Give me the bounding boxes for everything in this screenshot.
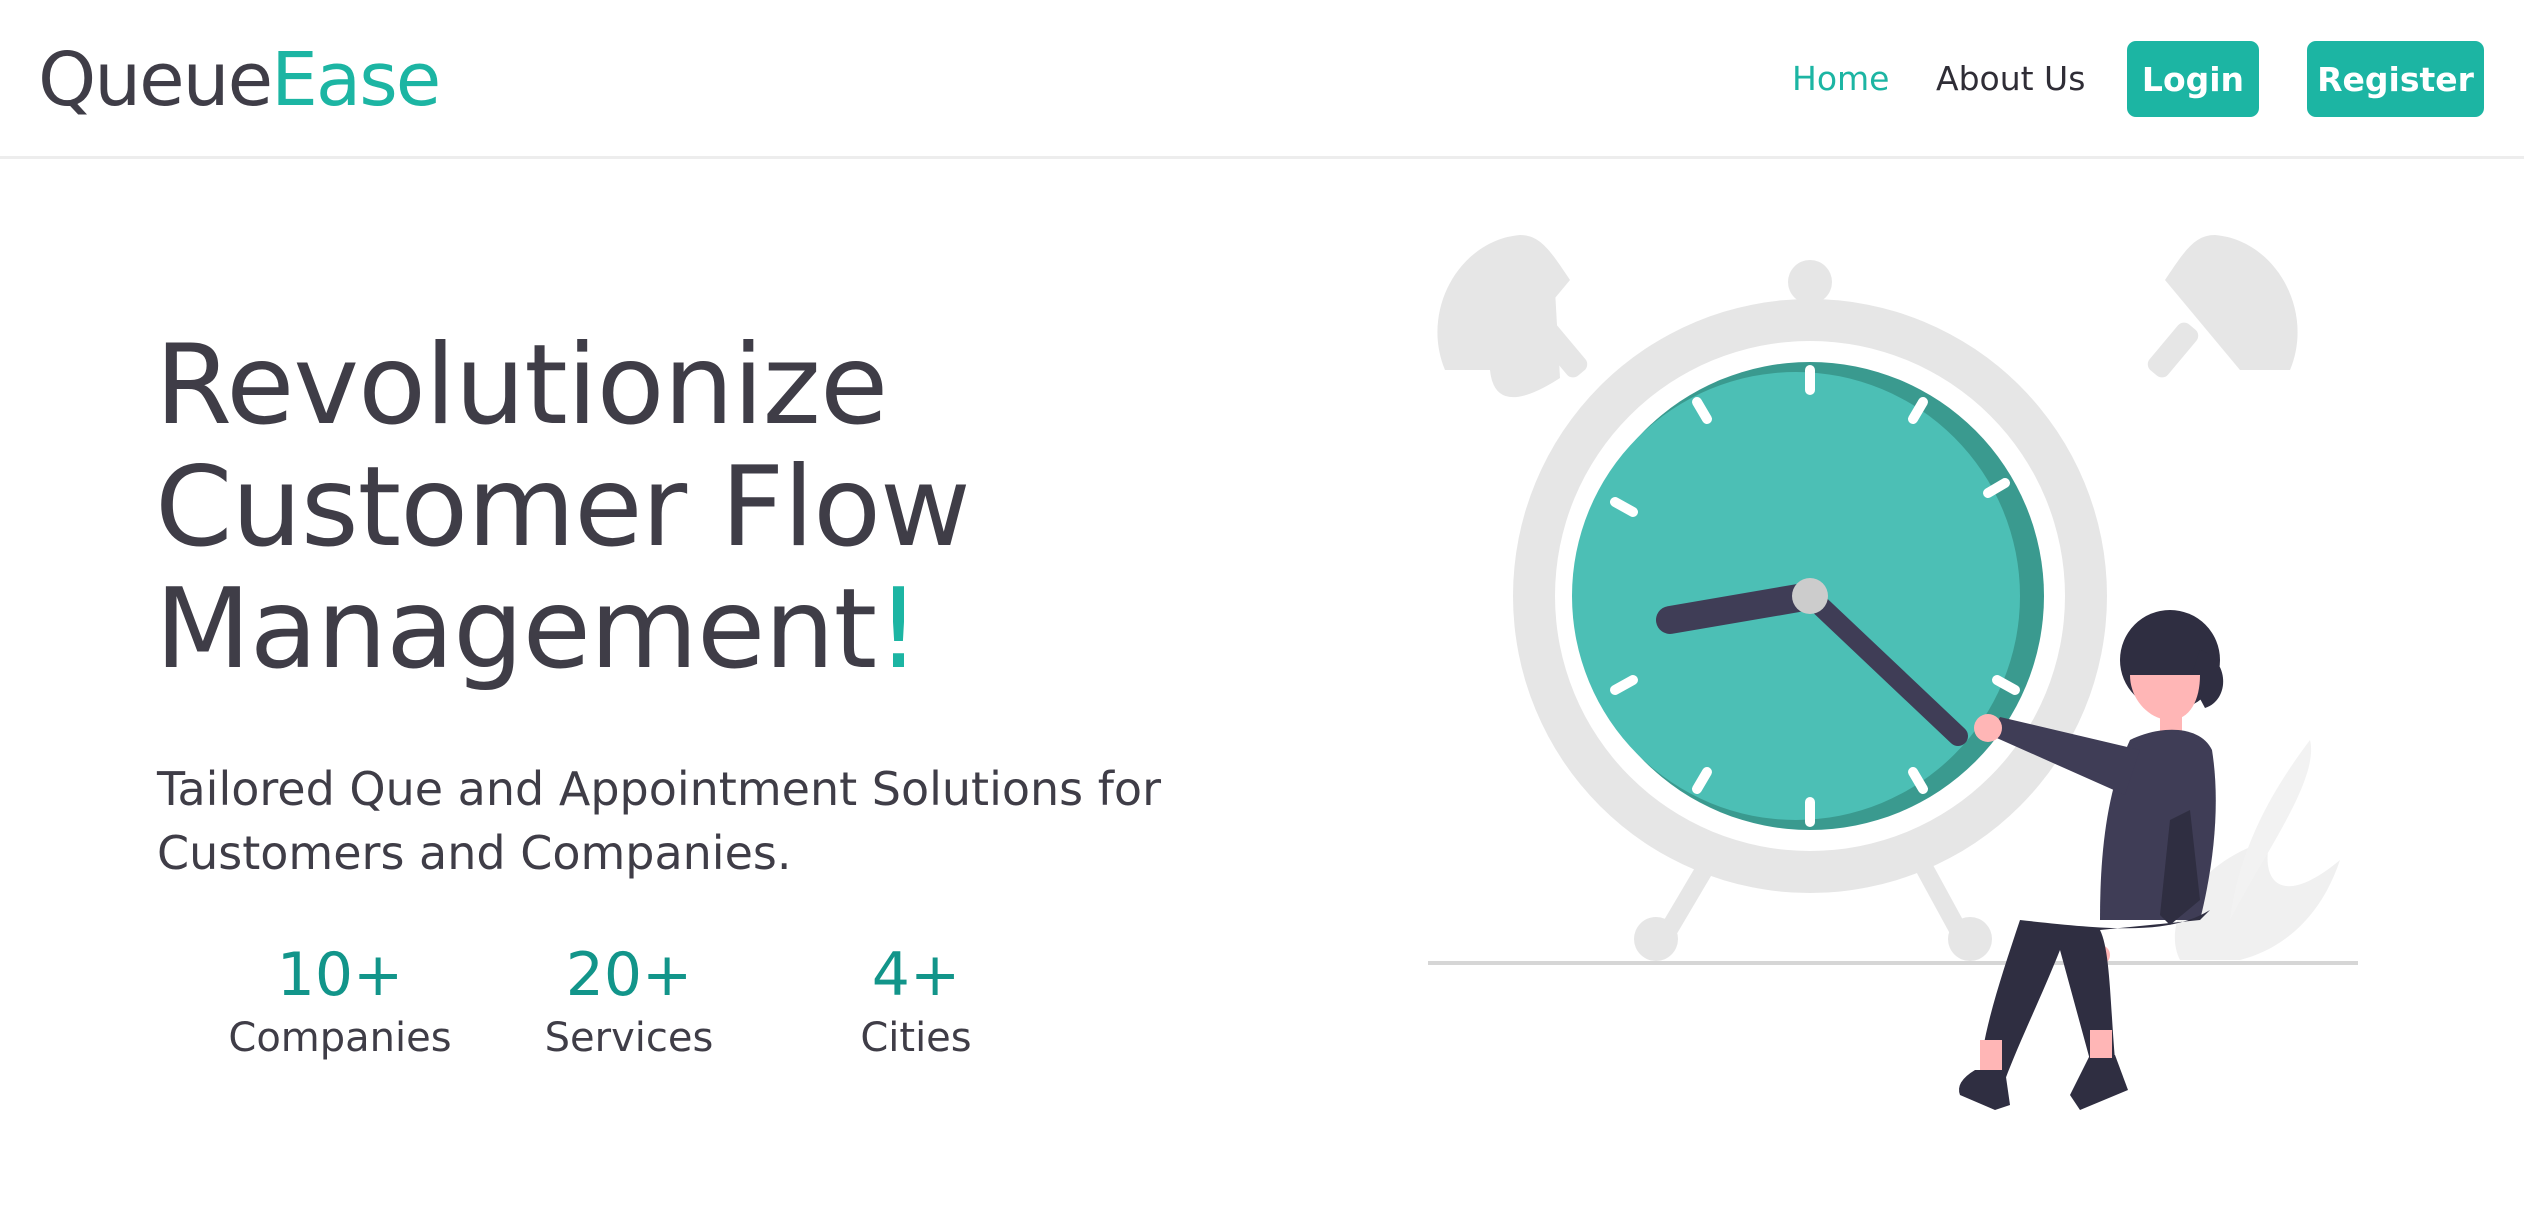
woman-ankle-right [2090,1030,2112,1058]
stat-label: Services [544,1015,714,1061]
stat-label: Cities [860,1015,972,1061]
hero-title-line-2: Customer Flow [155,443,971,572]
woman-face [2130,675,2200,720]
stat-label: Companies [228,1015,452,1061]
woman-shoe-left [1959,1070,2010,1110]
woman-ankle-left [1980,1040,2002,1070]
clock-foot-right [1948,917,1992,961]
clock-bell-stem-right [2147,322,2199,378]
hero-title-line-3-text: Management [155,565,877,694]
stat-value: 4+ [871,940,961,1010]
navbar: QueueEase Home About Us Login Register [0,0,2524,159]
hero-title-exclamation: ! [876,565,920,694]
logo-text-queue: Queue [38,37,273,123]
logo-text-ease: Ease [271,37,441,123]
hero-subtitle-line-1: Tailored Que and Appointment Solutions f… [157,762,1161,816]
hero-title-line-3: Management! [155,569,970,691]
login-button[interactable]: Login [2127,41,2259,117]
nav-link-about-us[interactable]: About Us [1936,57,2085,101]
stat-companies: 10+ Companies [200,940,480,1066]
register-button[interactable]: Register [2307,41,2484,117]
hero-title-line-1: Revolutionize [155,321,888,450]
clock-foot-left [1634,917,1678,961]
alarm-clock-woman-illustration [1428,235,2358,1110]
stat-cities: 4+ Cities [776,940,1056,1066]
hero-subtitle: Tailored Que and Appointment Solutions f… [157,757,1161,885]
clock-center-pin [1792,578,1828,614]
stat-value: 10+ [276,940,404,1010]
hero-title: Revolutionize Customer Flow Management! [155,321,971,691]
stat-value: 20+ [565,940,693,1010]
stat-services: 20+ Services [489,940,769,1066]
nav-link-home[interactable]: Home [1792,57,1889,101]
hero-subtitle-line-2: Customers and Companies. [157,826,792,880]
woman-hand [1974,714,2002,742]
woman-shoe-right [2070,1055,2128,1110]
logo[interactable]: QueueEase [38,36,441,124]
